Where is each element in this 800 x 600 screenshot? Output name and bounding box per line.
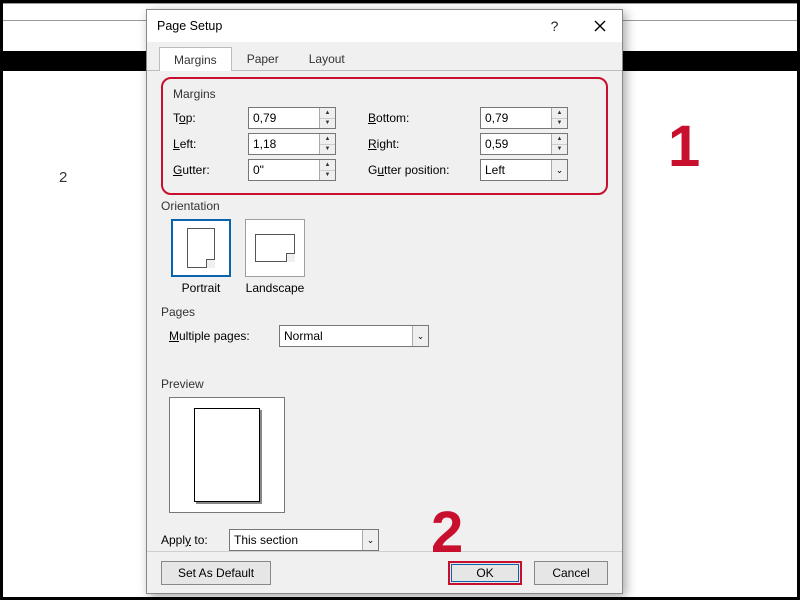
callout-2: 2: [431, 499, 463, 566]
gutter-spinner[interactable]: ▲▼: [248, 159, 336, 181]
cancel-button[interactable]: Cancel: [534, 561, 608, 585]
gutter-spin-up[interactable]: ▲: [320, 160, 335, 171]
right-spin-up[interactable]: ▲: [552, 134, 567, 145]
top-spinner[interactable]: ▲▼: [248, 107, 336, 129]
chevron-down-icon: ⌄: [412, 326, 428, 346]
left-spinner[interactable]: ▲▼: [248, 133, 336, 155]
bottom-input[interactable]: [481, 108, 551, 128]
close-button[interactable]: [577, 10, 622, 42]
preview-group-label: Preview: [161, 377, 608, 391]
orientation-group-label: Orientation: [161, 199, 608, 213]
top-spin-up[interactable]: ▲: [320, 108, 335, 119]
top-spin-down[interactable]: ▼: [320, 119, 335, 129]
landscape-icon: [255, 234, 295, 262]
left-input[interactable]: [249, 134, 319, 154]
gutter-position-value: Left: [481, 163, 551, 177]
gutter-position-select[interactable]: Left ⌄: [480, 159, 568, 181]
right-spinner[interactable]: ▲▼: [480, 133, 568, 155]
orientation-row: Portrait Landscape: [169, 219, 608, 295]
preview-page-icon: [194, 408, 260, 502]
dialog-title: Page Setup: [147, 19, 532, 33]
left-spin-down[interactable]: ▼: [320, 145, 335, 155]
landscape-label: Landscape: [243, 281, 307, 295]
titlebar: Page Setup ?: [147, 10, 622, 42]
top-label: Top:: [173, 111, 248, 125]
callout-1: 1: [668, 113, 700, 180]
bottom-spinner[interactable]: ▲▼: [480, 107, 568, 129]
pages-group-label: Pages: [161, 305, 608, 319]
multiple-pages-select[interactable]: Normal ⌄: [279, 325, 429, 347]
gutter-input[interactable]: [249, 160, 319, 180]
apply-to-label: Apply to:: [161, 533, 229, 547]
close-icon: [594, 20, 606, 32]
orientation-portrait[interactable]: Portrait: [169, 219, 233, 295]
dialog-body: Margins Top: ▲▼ Bottom: ▲▼ Left: ▲▼: [147, 71, 622, 551]
multiple-pages-value: Normal: [280, 329, 412, 343]
gutter-spin-down[interactable]: ▼: [320, 171, 335, 181]
bottom-label: Bottom:: [368, 111, 480, 125]
portrait-label: Portrait: [169, 281, 233, 295]
apply-to-select[interactable]: This section ⌄: [229, 529, 379, 551]
chevron-down-icon: ⌄: [551, 160, 567, 180]
preview-box: [169, 397, 285, 513]
help-button[interactable]: ?: [532, 10, 577, 42]
tab-row: Margins Paper Layout: [147, 42, 622, 71]
multiple-pages-label: Multiple pages:: [169, 329, 279, 343]
left-label: Left:: [173, 137, 248, 151]
dialog-footer: Set As Default OK Cancel: [147, 551, 622, 593]
gutter-position-label: Gutter position:: [368, 163, 480, 177]
gutter-label: Gutter:: [173, 163, 248, 177]
left-spin-up[interactable]: ▲: [320, 134, 335, 145]
orientation-landscape[interactable]: Landscape: [243, 219, 307, 295]
portrait-icon: [187, 228, 215, 268]
tab-paper[interactable]: Paper: [232, 46, 294, 70]
right-input[interactable]: [481, 134, 551, 154]
page-setup-dialog: Page Setup ? Margins Paper Layout Margin…: [146, 9, 623, 594]
tab-layout[interactable]: Layout: [294, 46, 360, 70]
margins-highlight-box: Margins Top: ▲▼ Bottom: ▲▼ Left: ▲▼: [161, 77, 608, 195]
right-spin-down[interactable]: ▼: [552, 145, 567, 155]
margins-group-label: Margins: [173, 87, 596, 101]
page-number: 2: [59, 169, 67, 186]
apply-to-row: Apply to: This section ⌄: [161, 529, 608, 551]
apply-to-value: This section: [230, 533, 362, 547]
tab-margins[interactable]: Margins: [159, 47, 232, 71]
top-input[interactable]: [249, 108, 319, 128]
chevron-down-icon: ⌄: [362, 530, 378, 550]
set-default-button[interactable]: Set As Default: [161, 561, 271, 585]
right-label: Right:: [368, 137, 480, 151]
bottom-spin-up[interactable]: ▲: [552, 108, 567, 119]
bottom-spin-down[interactable]: ▼: [552, 119, 567, 129]
